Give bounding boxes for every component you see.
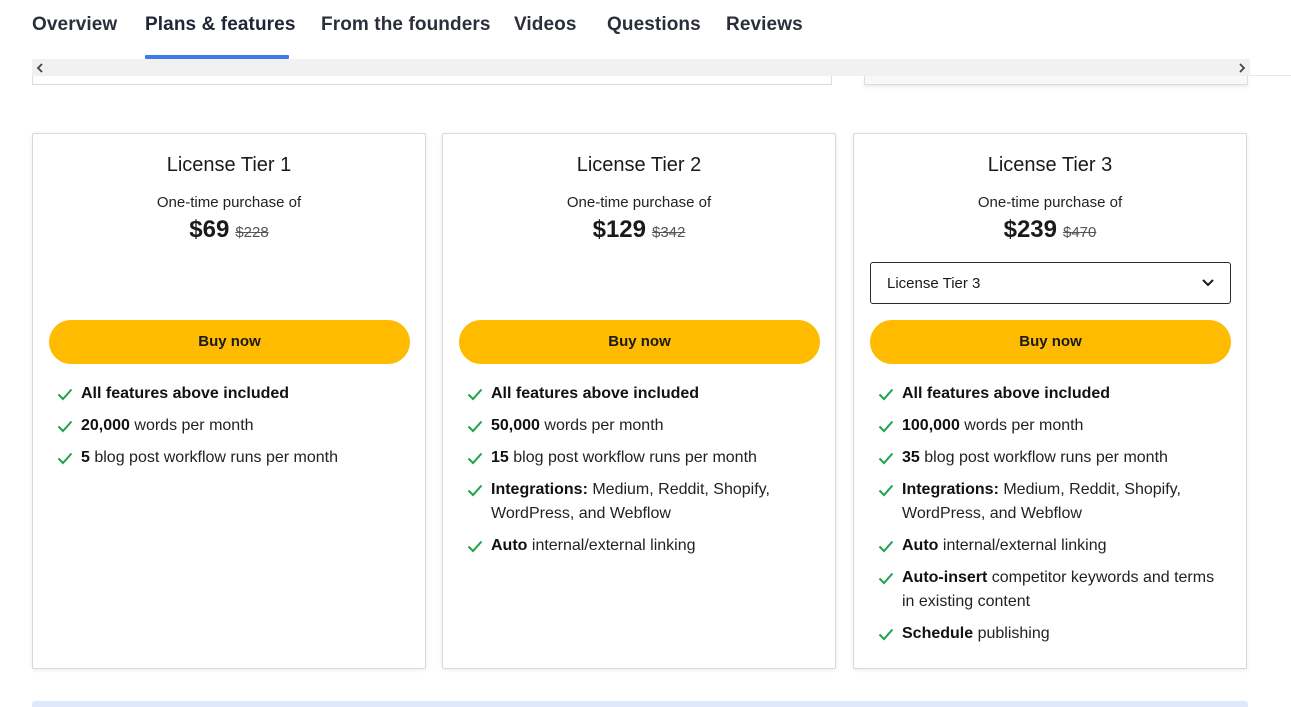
plan-title: License Tier 2 xyxy=(576,154,702,176)
check-icon xyxy=(878,484,894,497)
chevron-down-icon xyxy=(1202,279,1214,287)
check-icon xyxy=(878,572,894,585)
feature-strong: Integrations: xyxy=(902,481,999,498)
previous-section-panel xyxy=(32,76,832,85)
buy-now-button[interactable]: Buy now xyxy=(459,320,820,364)
check-icon xyxy=(467,420,483,433)
plan-subtitle: One-time purchase of xyxy=(977,194,1123,211)
feature-strong: Auto-insert xyxy=(902,569,988,586)
tab-from-the-founders[interactable]: From the founders xyxy=(321,14,491,36)
feature-item: 20,000 words per month xyxy=(57,414,407,438)
horizontal-scrollbar[interactable] xyxy=(32,59,1250,76)
previous-section-panel xyxy=(864,76,1248,85)
feature-text: words per month xyxy=(539,417,664,434)
feature-item: All features above included xyxy=(57,382,407,406)
feature-item: Auto internal/external linking xyxy=(467,534,817,558)
feature-list: All features above included 100,000 word… xyxy=(878,382,1228,654)
tab-overview[interactable]: Overview xyxy=(32,14,117,36)
feature-text: internal/external linking xyxy=(527,537,696,554)
feature-strong: Auto xyxy=(902,537,939,554)
top-nav: Overview Plans & features From the found… xyxy=(0,0,1291,60)
feature-item: Integrations: Medium, Reddit, Shopify, W… xyxy=(467,478,817,526)
feature-strong: 5 xyxy=(81,449,90,466)
plan-price: $239 xyxy=(1003,216,1057,243)
feature-item: 5 blog post workflow runs per month xyxy=(57,446,407,470)
plan-original-price: $470 xyxy=(1063,224,1097,241)
plan-card-tier-2: License Tier 2 One-time purchase of $129… xyxy=(442,133,836,669)
check-icon xyxy=(878,452,894,465)
tab-reviews[interactable]: Reviews xyxy=(726,14,803,36)
check-icon xyxy=(467,388,483,401)
plan-price: $69 xyxy=(189,216,230,243)
feature-item: Schedule publishing xyxy=(878,622,1228,646)
check-icon xyxy=(467,484,483,497)
check-icon xyxy=(57,420,73,433)
feature-list: All features above included 20,000 words… xyxy=(57,382,407,478)
feature-strong: All features above included xyxy=(491,385,700,402)
plan-title: License Tier 1 xyxy=(166,154,292,176)
feature-list: All features above included 50,000 words… xyxy=(467,382,817,566)
feature-strong: 20,000 xyxy=(81,417,130,434)
price-row: $129 $342 xyxy=(443,216,835,244)
plan-original-price: $342 xyxy=(652,224,686,241)
feature-text: blog post workflow runs per month xyxy=(89,449,339,466)
feature-text: blog post workflow runs per month xyxy=(919,449,1168,466)
price-row: $239 $470 xyxy=(854,216,1246,244)
feature-text: words per month xyxy=(129,417,254,434)
feature-strong: 35 xyxy=(902,449,920,466)
plan-price: $129 xyxy=(592,216,646,243)
chevron-right-icon[interactable] xyxy=(1234,59,1250,76)
check-icon xyxy=(57,388,73,401)
feature-strong: 50,000 xyxy=(491,417,540,434)
feature-item: All features above included xyxy=(878,382,1228,406)
check-icon xyxy=(878,540,894,553)
feature-text: words per month xyxy=(959,417,1084,434)
feature-strong: All features above included xyxy=(81,385,290,402)
feature-item: 50,000 words per month xyxy=(467,414,817,438)
tier-select-value: License Tier 3 xyxy=(887,275,981,292)
chevron-left-icon[interactable] xyxy=(32,59,48,76)
buy-now-button[interactable]: Buy now xyxy=(49,320,410,364)
feature-text: internal/external linking xyxy=(938,537,1107,554)
plan-card-tier-1: License Tier 1 One-time purchase of $69 $… xyxy=(32,133,426,669)
plan-subtitle: One-time purchase of xyxy=(156,194,302,211)
feature-strong: All features above included xyxy=(902,385,1111,402)
check-icon xyxy=(878,388,894,401)
check-icon xyxy=(878,628,894,641)
feature-item: Auto internal/external linking xyxy=(878,534,1228,558)
buy-now-button[interactable]: Buy now xyxy=(870,320,1231,364)
feature-text: publishing xyxy=(973,625,1050,642)
tab-questions[interactable]: Questions xyxy=(607,14,701,36)
plan-title: License Tier 3 xyxy=(987,154,1113,176)
feature-text: blog post workflow runs per month xyxy=(508,449,757,466)
feature-strong: Auto xyxy=(491,537,528,554)
tab-videos[interactable]: Videos xyxy=(514,14,577,36)
feature-item: Auto-insert competitor keywords and term… xyxy=(878,566,1228,614)
next-section-banner xyxy=(32,701,1248,707)
check-icon xyxy=(878,420,894,433)
feature-item: All features above included xyxy=(467,382,817,406)
plan-original-price: $228 xyxy=(235,224,269,241)
check-icon xyxy=(57,452,73,465)
feature-strong: 100,000 xyxy=(902,417,960,434)
feature-item: 35 blog post workflow runs per month xyxy=(878,446,1228,470)
tier-select[interactable]: License Tier 3 xyxy=(870,262,1231,304)
check-icon xyxy=(467,540,483,553)
plan-subtitle: One-time purchase of xyxy=(566,194,712,211)
check-icon xyxy=(467,452,483,465)
feature-strong: Schedule xyxy=(902,625,974,642)
feature-item: 15 blog post workflow runs per month xyxy=(467,446,817,470)
feature-strong: Integrations: xyxy=(491,481,588,498)
price-row: $69 $228 xyxy=(33,216,425,244)
tab-plans-features[interactable]: Plans & features xyxy=(145,14,296,36)
divider xyxy=(1250,75,1291,76)
feature-strong: 15 xyxy=(491,449,509,466)
feature-item: 100,000 words per month xyxy=(878,414,1228,438)
feature-item: Integrations: Medium, Reddit, Shopify, W… xyxy=(878,478,1228,526)
plan-card-tier-3: License Tier 3 One-time purchase of $239… xyxy=(853,133,1247,669)
